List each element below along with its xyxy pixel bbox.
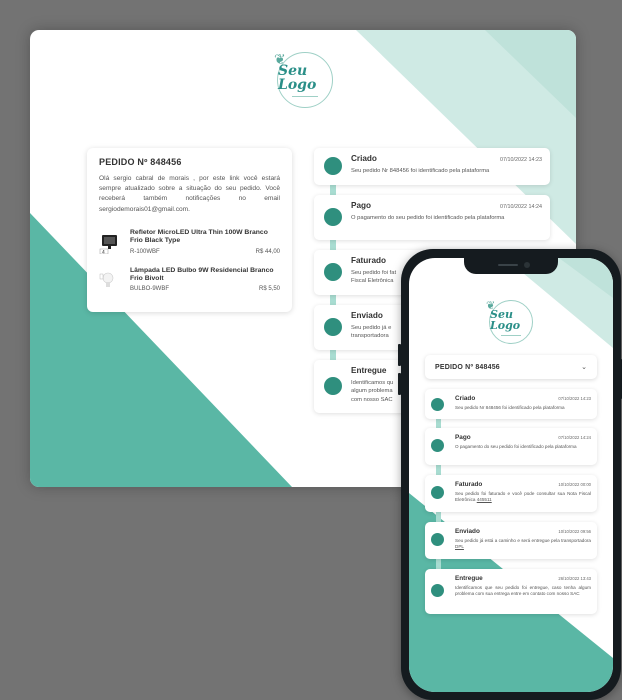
brand-logo: ❦ Seu Logo: [486, 300, 533, 344]
product-sku: BULBO-9WBF: [130, 286, 170, 293]
product-name: Lâmpada LED Bulbo 9W Residencial Branco …: [130, 266, 274, 283]
status-description: O pagamento do seu pedido foi identifica…: [455, 444, 577, 449]
status-dot: [324, 208, 342, 226]
status-date: 07/10/2022 14:24: [500, 204, 542, 210]
status-dot: [324, 377, 342, 395]
status-description: Seu pedido foi faturado e você pode cons…: [455, 491, 591, 503]
status-dot: [324, 263, 342, 281]
status-name: Criado: [455, 395, 476, 402]
status-name: Pago: [455, 434, 471, 441]
tracking-link[interactable]: DPL: [455, 544, 464, 549]
status-date: 26/10/2022 13:43: [558, 576, 591, 581]
status-card-faturado: Faturado 10/10/2022 00:00 Seu pedido foi…: [425, 475, 597, 512]
status-dot: [431, 533, 444, 546]
status-description: Seu pedido já está a caminho e será entr…: [455, 538, 591, 543]
status-name: Criado: [351, 154, 377, 163]
status-card-criado: Criado 07/10/2022 14:23 Seu pedido Nr 84…: [425, 389, 597, 419]
order-title: PEDIDO Nº 848456: [99, 157, 182, 167]
status-card-entregue: Entregue 26/10/2022 13:43 Identificamos …: [425, 569, 597, 614]
status-card-pago: Pago 07/10/2022 14:24 O pagamento do seu…: [425, 428, 597, 465]
product-price: R$ 44,00: [255, 248, 280, 255]
status-name: Enviado: [351, 311, 383, 320]
status-card-criado: Criado 07/10/2022 14:23 Seu pedido Nr 84…: [314, 148, 550, 185]
invoice-link[interactable]: 445511: [477, 497, 492, 502]
status-name: Entregue: [455, 575, 483, 582]
status-name: Faturado: [455, 481, 483, 488]
status-description: Seu pedido Nr 848456 foi identificado pe…: [351, 168, 490, 174]
status-name: Faturado: [351, 256, 387, 265]
product-item: Lâmpada LED Bulbo 9W Residencial Branco …: [99, 266, 280, 293]
status-description: Identificamos que seu pedido foi entregu…: [455, 585, 591, 597]
status-dot: [324, 318, 342, 336]
status-description: Seu pedido Nr 848456 foi identificado pe…: [455, 405, 565, 410]
order-title: PEDIDO Nº 848456: [435, 363, 500, 371]
status-date: 07/10/2022 14:23: [500, 157, 542, 163]
product-sku: R-100WBF: [130, 248, 160, 255]
order-dropdown[interactable]: PEDIDO Nº 848456 ⌄: [425, 355, 597, 379]
chevron-down-icon: ⌄: [581, 364, 587, 371]
order-card: PEDIDO Nº 848456 Olá sergio cabral de mo…: [87, 148, 292, 312]
status-card-pago: Pago 07/10/2022 14:24 O pagamento do seu…: [314, 195, 550, 240]
product-name: Refletor MicroLED Ultra Thin 100W Branco…: [130, 228, 268, 245]
svg-text:4: 4: [102, 249, 105, 254]
status-dot: [324, 157, 342, 175]
status-name: Enviado: [455, 528, 480, 535]
status-name: Entregue: [351, 366, 387, 375]
lightbulb-icon: [99, 270, 121, 292]
status-dot: [431, 584, 444, 597]
status-dot: [431, 486, 444, 499]
status-date: 10/10/2022 00:00: [558, 482, 591, 487]
status-description: O pagamento do seu pedido foi identifica…: [351, 215, 505, 221]
order-description: Olá sergio cabral de morais , por este l…: [99, 175, 280, 213]
status-date: 07/10/2022 14:23: [558, 396, 591, 401]
floodlight-icon: 4: [99, 232, 121, 255]
phone-notch: [464, 258, 558, 274]
status-date: 10/10/2022 09:56: [558, 529, 591, 534]
product-price: R$ 5,50: [258, 286, 280, 293]
status-card-enviado: Enviado 10/10/2022 09:56 Seu pedido já e…: [425, 522, 597, 559]
brand-logo: ❦ Seu Logo: [274, 51, 333, 108]
leaf-icon: ❦: [274, 51, 286, 67]
status-date: 07/10/2022 14:24: [558, 435, 591, 440]
camera-icon: [524, 262, 530, 268]
phone-screen: ❦ Seu Logo PEDIDO Nº 848456 ⌄ Criado 07/…: [409, 258, 613, 692]
phone-mockup: ❦ Seu Logo PEDIDO Nº 848456 ⌄ Criado 07/…: [398, 249, 622, 700]
status-dot: [431, 398, 444, 411]
status-dot: [431, 439, 444, 452]
product-item: 4 Refletor MicroLED Ultra Thin 100W Bran…: [99, 229, 280, 255]
status-name: Pago: [351, 201, 372, 210]
leaf-icon: ❦: [486, 300, 496, 312]
